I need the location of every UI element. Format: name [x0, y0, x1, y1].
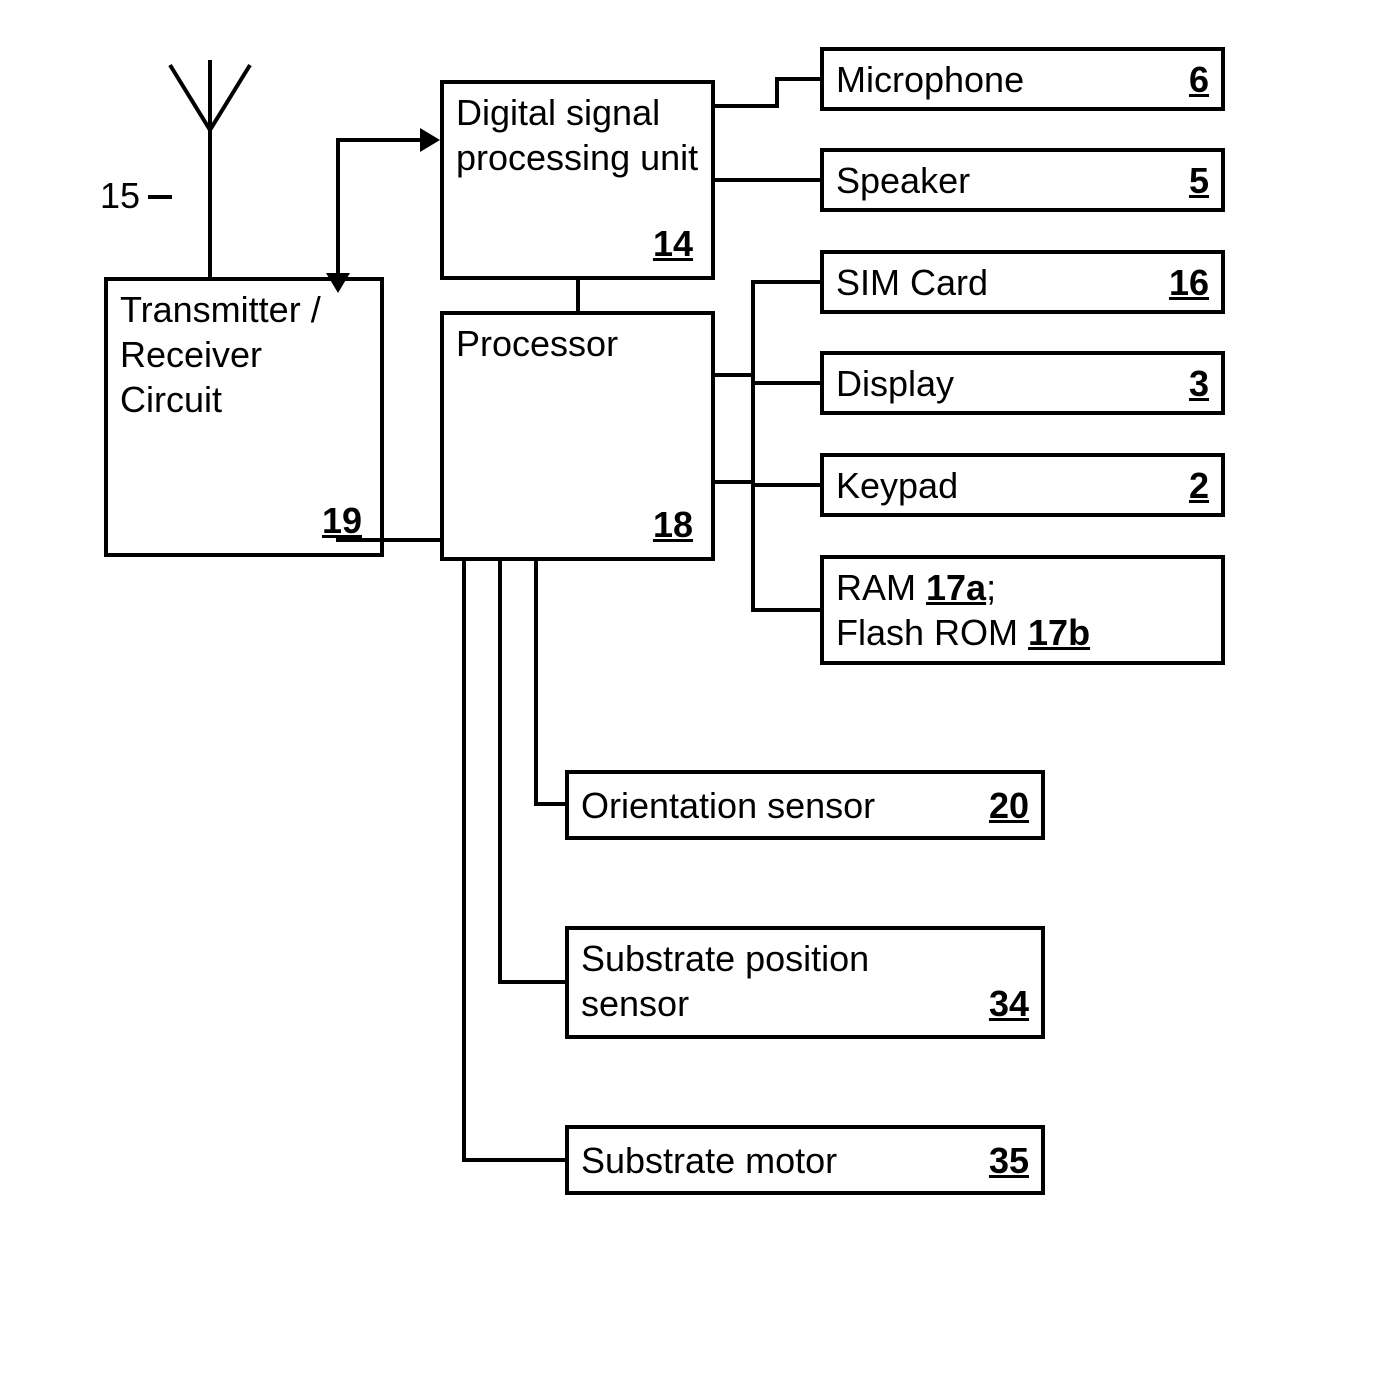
- block-ref: 34: [989, 981, 1029, 1026]
- connector-line: [148, 195, 172, 199]
- block-substrate-position-sensor: Substrate position sensor 34: [565, 926, 1045, 1039]
- connector-line: [751, 483, 824, 487]
- connector-line: [751, 381, 824, 385]
- block-diagram: 15 Transmitter / Receiver Circuit 19 Dig…: [0, 0, 1390, 1391]
- block-processor: Processor 18: [440, 311, 715, 561]
- block-substrate-motor: Substrate motor 35: [565, 1125, 1045, 1195]
- block-label: Transmitter / Receiver Circuit: [120, 287, 368, 422]
- block-dsp: Digital signal processing unit 14: [440, 80, 715, 280]
- connector-line: [498, 980, 569, 984]
- block-label: Microphone: [836, 57, 1189, 102]
- antenna-icon: [165, 60, 255, 230]
- connector-line: [534, 561, 538, 802]
- connector-line: [462, 561, 466, 1158]
- block-label: Processor: [456, 321, 699, 366]
- block-label: Display: [836, 361, 1189, 406]
- connector-line: [775, 77, 824, 81]
- block-label: Digital signal processing unit: [456, 90, 699, 180]
- block-label-line1: Substrate position: [581, 936, 1029, 981]
- connector-line: [715, 480, 755, 484]
- block-speaker: Speaker 5: [820, 148, 1225, 212]
- arrowhead-icon: [326, 273, 350, 293]
- block-ref: 14: [653, 223, 693, 264]
- connector-line: [336, 138, 340, 281]
- block-label-line2: sensor: [581, 981, 989, 1026]
- connector-line: [751, 280, 824, 284]
- connector-line: [751, 608, 824, 612]
- connector-line: [208, 226, 212, 281]
- memory-line1: RAM 17a;: [836, 565, 1209, 610]
- connector-line: [775, 77, 779, 108]
- antenna-ref-label: 15: [100, 173, 140, 218]
- block-ref: 20: [989, 783, 1029, 828]
- block-label: Orientation sensor: [581, 783, 989, 828]
- block-ref: 19: [322, 500, 362, 541]
- connector-line: [715, 373, 755, 377]
- connector-line: [576, 280, 580, 315]
- connector-line: [462, 1158, 569, 1162]
- block-ref: 5: [1189, 158, 1209, 203]
- connector-line: [336, 138, 426, 142]
- connector-line: [715, 104, 775, 108]
- block-ref: 16: [1169, 260, 1209, 305]
- block-memory: RAM 17a; Flash ROM 17b: [820, 555, 1225, 665]
- block-ref: 3: [1189, 361, 1209, 406]
- arrowhead-icon: [420, 128, 440, 152]
- block-label: SIM Card: [836, 260, 1169, 305]
- block-label: Keypad: [836, 463, 1189, 508]
- block-sim-card: SIM Card 16: [820, 250, 1225, 314]
- block-ref: 2: [1189, 463, 1209, 508]
- block-ref: 6: [1189, 57, 1209, 102]
- connector-line: [534, 802, 569, 806]
- connector-line: [751, 280, 755, 608]
- connector-line: [336, 538, 444, 542]
- block-label: Substrate motor: [581, 1138, 989, 1183]
- block-orientation-sensor: Orientation sensor 20: [565, 770, 1045, 840]
- connector-line: [498, 561, 502, 980]
- block-microphone: Microphone 6: [820, 47, 1225, 111]
- block-keypad: Keypad 2: [820, 453, 1225, 517]
- block-label: Speaker: [836, 158, 1189, 203]
- memory-line2: Flash ROM 17b: [836, 610, 1209, 655]
- connector-line: [715, 178, 824, 182]
- block-ref: 35: [989, 1138, 1029, 1183]
- block-display: Display 3: [820, 351, 1225, 415]
- block-transmitter-receiver: Transmitter / Receiver Circuit 19: [104, 277, 384, 557]
- block-ref: 18: [653, 504, 693, 545]
